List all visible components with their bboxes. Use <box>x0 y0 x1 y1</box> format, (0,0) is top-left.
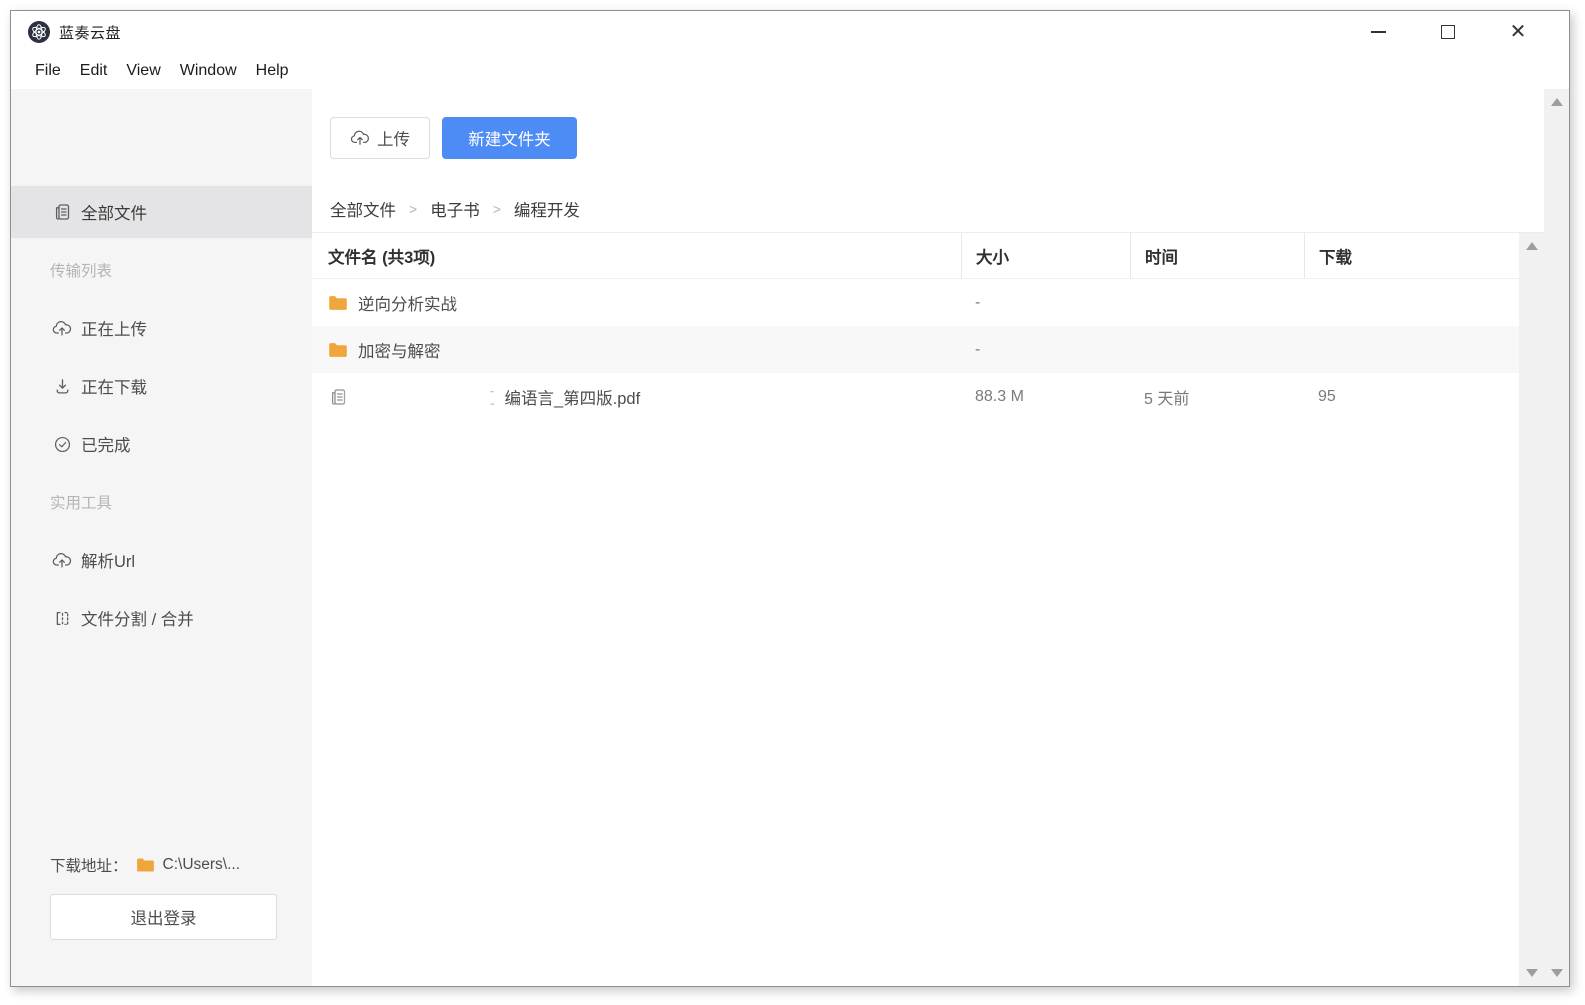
app-window: 蓝奏云盘 ✕ File Edit View Window Help <box>10 10 1570 987</box>
menu-help[interactable]: Help <box>256 62 289 80</box>
table-row[interactable]: 汇编语言_第四版.pdf 88.3 M 5 天前 95 <box>312 373 1519 420</box>
cloud-upload-icon <box>350 129 370 146</box>
sidebar-item-downloading[interactable]: 正在下载 <box>11 360 312 412</box>
sidebar-item-split-merge[interactable]: 文件分割 / 合并 <box>11 592 312 644</box>
toolbar: 上传 新建文件夹 <box>312 89 1544 186</box>
scroll-up-arrow-icon[interactable] <box>1526 242 1538 250</box>
sidebar-bottom: 下载地址： C:\Users\... 退出登录 <box>50 854 277 940</box>
menu-edit[interactable]: Edit <box>80 62 108 80</box>
check-circle-icon <box>52 434 72 454</box>
breadcrumb-separator: > <box>409 201 417 217</box>
breadcrumb-item-current: 编程开发 <box>514 197 580 221</box>
file-name: 逆向分析实战 <box>358 291 457 315</box>
sidebar-item-label: 正在上传 <box>81 316 147 340</box>
file-time: 5 天前 <box>1130 373 1304 420</box>
menu-window[interactable]: Window <box>180 62 237 80</box>
sidebar-section-tools: 实用工具 <box>11 476 312 528</box>
file-size: - <box>961 279 1130 326</box>
maximize-button[interactable] <box>1439 23 1457 41</box>
file-downloads <box>1304 326 1519 373</box>
sidebar-item-parse-url[interactable]: 解析Url <box>11 534 312 586</box>
split-merge-icon <box>52 608 72 628</box>
table-header-row: 文件名 (共3项) 大小 时间 下载 <box>312 233 1519 279</box>
column-header-size[interactable]: 大小 <box>961 233 1130 278</box>
menu-file[interactable]: File <box>35 62 61 80</box>
scroll-down-arrow-icon[interactable] <box>1526 969 1538 977</box>
app-title: 蓝奏云盘 <box>59 22 121 43</box>
menu-view[interactable]: View <box>126 62 160 80</box>
download-icon <box>52 376 72 396</box>
sidebar: 全部文件 传输列表 正在上传 <box>11 89 312 986</box>
outer-scrollbar[interactable] <box>1544 89 1569 986</box>
app-logo-icon <box>27 20 51 44</box>
sidebar-item-all-files[interactable]: 全部文件 <box>11 186 312 238</box>
app-body: 全部文件 传输列表 正在上传 <box>11 89 1569 986</box>
file-table-region: 文件名 (共3项) 大小 时间 下载 逆向分析实战 <box>312 233 1544 986</box>
scroll-up-arrow-icon[interactable] <box>1551 98 1563 106</box>
column-header-time[interactable]: 时间 <box>1130 233 1304 278</box>
cloud-upload-icon <box>52 318 72 338</box>
file-size: - <box>961 326 1130 373</box>
sidebar-item-label: 已完成 <box>81 432 131 456</box>
files-icon <box>52 202 72 222</box>
sidebar-section-transfer-list: 传输列表 <box>11 244 312 296</box>
upload-button-label: 上传 <box>377 126 410 150</box>
column-header-name[interactable]: 文件名 (共3项) <box>312 233 961 278</box>
logout-button-label: 退出登录 <box>131 905 197 929</box>
folder-icon <box>136 857 155 873</box>
sidebar-item-label: 解析Url <box>81 548 135 572</box>
download-path-value: C:\Users\... <box>163 856 241 874</box>
column-header-downloads[interactable]: 下载 <box>1304 233 1519 278</box>
file-size: 88.3 M <box>961 373 1130 420</box>
file-name: 加密与解密 <box>358 338 441 362</box>
breadcrumb: 全部文件 > 电子书 > 编程开发 <box>312 186 1544 233</box>
inner-scrollbar[interactable] <box>1519 233 1544 986</box>
file-downloads: 95 <box>1304 373 1519 420</box>
file-downloads <box>1304 279 1519 326</box>
scroll-down-arrow-icon[interactable] <box>1551 969 1563 977</box>
upload-button[interactable]: 上传 <box>330 117 430 159</box>
folder-icon <box>328 340 348 360</box>
breadcrumb-item-ebooks[interactable]: 电子书 <box>430 197 480 221</box>
window-controls: ✕ <box>1369 23 1569 41</box>
sidebar-item-label: 正在下载 <box>81 374 147 398</box>
table-row[interactable]: 逆向分析实战 - <box>312 279 1519 326</box>
menu-bar: File Edit View Window Help <box>11 53 1569 89</box>
logout-button[interactable]: 退出登录 <box>50 894 277 940</box>
sidebar-item-uploading[interactable]: 正在上传 <box>11 302 312 354</box>
file-time <box>1130 326 1304 373</box>
sidebar-section-label: 实用工具 <box>50 491 112 513</box>
table-row[interactable]: 加密与解密 - <box>312 326 1519 373</box>
breadcrumb-separator: > <box>493 201 501 217</box>
new-folder-button[interactable]: 新建文件夹 <box>442 117 577 159</box>
breadcrumb-item-all-files[interactable]: 全部文件 <box>330 197 396 221</box>
new-folder-button-label: 新建文件夹 <box>468 126 551 150</box>
sidebar-section-label: 传输列表 <box>50 259 112 281</box>
cloud-upload-icon <box>52 550 72 570</box>
file-time <box>1130 279 1304 326</box>
file-table: 文件名 (共3项) 大小 时间 下载 逆向分析实战 <box>312 233 1519 986</box>
main-content: 上传 新建文件夹 全部文件 > 电子书 > 编程开发 文件名 (共3项) 大小 <box>312 89 1544 986</box>
redaction-overlay <box>350 381 490 412</box>
close-button[interactable]: ✕ <box>1509 23 1527 41</box>
title-bar: 蓝奏云盘 ✕ <box>11 11 1569 53</box>
folder-icon <box>328 293 348 313</box>
sidebar-item-label: 全部文件 <box>81 200 147 224</box>
file-icon <box>328 387 348 407</box>
sidebar-item-completed[interactable]: 已完成 <box>11 418 312 470</box>
minimize-button[interactable] <box>1369 23 1387 41</box>
sidebar-item-label: 文件分割 / 合并 <box>81 606 194 630</box>
file-name: 编语言_第四版.pdf <box>505 385 641 409</box>
download-path-label: 下载地址： <box>50 854 128 876</box>
download-path-row[interactable]: 下载地址： C:\Users\... <box>50 854 277 876</box>
